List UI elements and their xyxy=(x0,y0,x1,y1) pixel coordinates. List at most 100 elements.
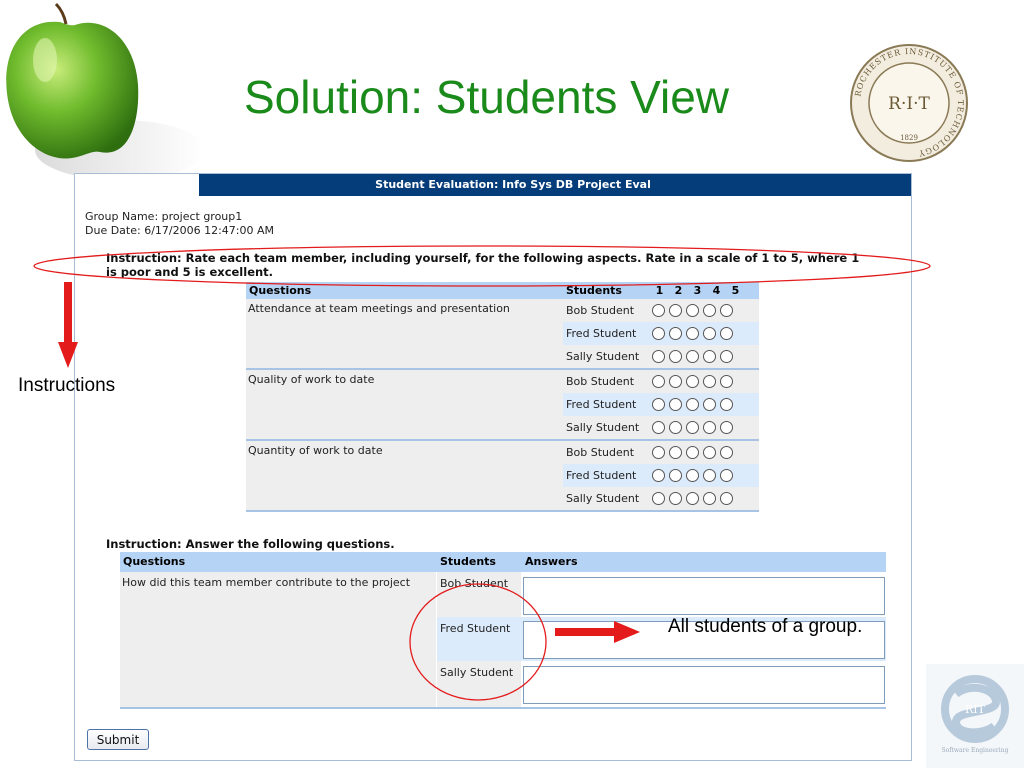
rating-radio-group xyxy=(647,299,759,322)
rating-radio-4[interactable] xyxy=(703,350,716,364)
rating-radio-5[interactable] xyxy=(720,398,733,412)
rating-radio-1[interactable] xyxy=(652,350,665,364)
answer-col-questions: Questions xyxy=(123,555,186,568)
instructions-arrow-shaft xyxy=(64,282,72,344)
rating-radio-2[interactable] xyxy=(669,327,682,341)
rating-row: Quantity of work to date Bob Student xyxy=(246,441,759,510)
rating-student-name: Fred Student xyxy=(563,464,647,487)
rating-radio-3[interactable] xyxy=(686,350,699,364)
rating-radio-5[interactable] xyxy=(720,492,733,506)
rating-radio-5[interactable] xyxy=(720,304,733,318)
rating-table-header: Questions Students 12345 xyxy=(246,282,759,299)
answer-student-cell: Sally Student xyxy=(437,661,521,707)
rating-radio-1[interactable] xyxy=(652,492,665,506)
rating-radio-2[interactable] xyxy=(669,398,682,412)
scale-label-3: 3 xyxy=(693,284,702,297)
rating-student-name: Fred Student xyxy=(563,322,647,345)
rating-student-name: Sally Student xyxy=(563,487,647,510)
rating-radio-4[interactable] xyxy=(703,327,716,341)
rating-row: Quality of work to date Bob Student xyxy=(246,370,759,439)
rating-student-name: Bob Student xyxy=(563,370,647,393)
rating-table: Questions Students 12345 Attendance at t… xyxy=(246,282,759,512)
answer-question-text: How did this team member contribute to t… xyxy=(122,576,411,589)
scale-label-5: 5 xyxy=(731,284,740,297)
answer-student-name: Sally Student xyxy=(440,666,514,679)
students-callout-label: All students of a group. xyxy=(668,616,863,637)
rating-radio-2[interactable] xyxy=(669,350,682,364)
rating-radio-3[interactable] xyxy=(686,492,699,506)
evaluation-form-window: Student Evaluation: Info Sys DB Project … xyxy=(74,173,912,761)
answer-instruction: Instruction: Answer the following questi… xyxy=(106,537,395,551)
form-title: Student Evaluation: Info Sys DB Project … xyxy=(375,178,651,191)
rating-group-divider xyxy=(246,510,759,512)
rating-radio-group xyxy=(647,393,759,416)
se-logo-monogram: RIT xyxy=(965,703,986,716)
rit-seal-logo: ROCHESTER INSTITUTE OF TECHNOLOGY R·I·T … xyxy=(850,44,968,162)
rating-radio-2[interactable] xyxy=(669,492,682,506)
rating-col-students: Students xyxy=(566,284,622,297)
rating-radio-group xyxy=(647,416,759,439)
answer-textarea[interactable] xyxy=(523,577,885,615)
rating-radio-1[interactable] xyxy=(652,469,665,483)
rating-radio-4[interactable] xyxy=(703,421,716,435)
rating-radio-3[interactable] xyxy=(686,421,699,435)
rating-radio-5[interactable] xyxy=(720,327,733,341)
rating-radio-4[interactable] xyxy=(703,469,716,483)
scale-label-2: 2 xyxy=(674,284,683,297)
answer-col-students: Students xyxy=(440,555,496,568)
rating-radio-3[interactable] xyxy=(686,375,699,389)
rating-student-name: Bob Student xyxy=(563,299,647,322)
rating-radio-4[interactable] xyxy=(703,446,716,460)
rating-radio-4[interactable] xyxy=(703,398,716,412)
rating-radio-3[interactable] xyxy=(686,398,699,412)
rating-radio-5[interactable] xyxy=(720,469,733,483)
rating-radio-group xyxy=(647,464,759,487)
apple-image xyxy=(6,2,200,180)
rating-row: Attendance at team meetings and presenta… xyxy=(246,299,759,368)
rating-radio-4[interactable] xyxy=(703,492,716,506)
answer-student-cell: Fred Student xyxy=(437,617,521,661)
rating-radio-1[interactable] xyxy=(652,327,665,341)
rating-radio-2[interactable] xyxy=(669,375,682,389)
rating-radio-4[interactable] xyxy=(703,304,716,318)
rating-radio-2[interactable] xyxy=(669,421,682,435)
rating-radio-1[interactable] xyxy=(652,421,665,435)
rating-radio-3[interactable] xyxy=(686,446,699,460)
rating-instruction-line2: is poor and 5 is excellent. xyxy=(106,265,274,279)
rating-radio-5[interactable] xyxy=(720,446,733,460)
answer-question-cell: How did this team member contribute to t… xyxy=(120,572,436,707)
seal-year-text: 1829 xyxy=(900,134,918,142)
scale-label-1: 1 xyxy=(655,284,664,297)
answer-col-answers: Answers xyxy=(525,555,578,568)
rating-group-divider-cell xyxy=(246,510,759,512)
rating-radio-3[interactable] xyxy=(686,304,699,318)
rating-radio-3[interactable] xyxy=(686,327,699,341)
rating-radio-5[interactable] xyxy=(720,375,733,389)
rating-radio-3[interactable] xyxy=(686,469,699,483)
rating-radio-5[interactable] xyxy=(720,350,733,364)
rating-radio-2[interactable] xyxy=(669,446,682,460)
se-logo-caption: Software Engineering xyxy=(942,747,1009,754)
rating-radio-group xyxy=(647,370,759,393)
rating-radio-5[interactable] xyxy=(720,421,733,435)
rating-radio-1[interactable] xyxy=(652,304,665,318)
rating-radio-2[interactable] xyxy=(669,304,682,318)
group-name-text: Group Name: project group1 xyxy=(85,210,243,223)
answer-table-header: Questions Students Answers xyxy=(120,552,886,572)
rating-radio-1[interactable] xyxy=(652,375,665,389)
rating-question-text: Attendance at team meetings and presenta… xyxy=(246,299,563,368)
rating-table-body: Attendance at team meetings and presenta… xyxy=(246,299,759,512)
scale-label-4: 4 xyxy=(712,284,721,297)
slide-title: Solution: Students View xyxy=(244,71,730,123)
instructions-callout-label: Instructions xyxy=(18,375,116,396)
rating-instruction-line1: Instruction: Rate each team member, incl… xyxy=(106,251,860,265)
rating-question-text: Quality of work to date xyxy=(246,370,563,439)
rating-radio-4[interactable] xyxy=(703,375,716,389)
answer-textarea[interactable] xyxy=(523,666,885,704)
rating-radio-group xyxy=(647,322,759,345)
rating-radio-2[interactable] xyxy=(669,469,682,483)
answer-student-name: Bob Student xyxy=(440,577,509,590)
rating-radio-1[interactable] xyxy=(652,446,665,460)
rating-radio-1[interactable] xyxy=(652,398,665,412)
submit-button[interactable]: Submit xyxy=(87,729,149,750)
